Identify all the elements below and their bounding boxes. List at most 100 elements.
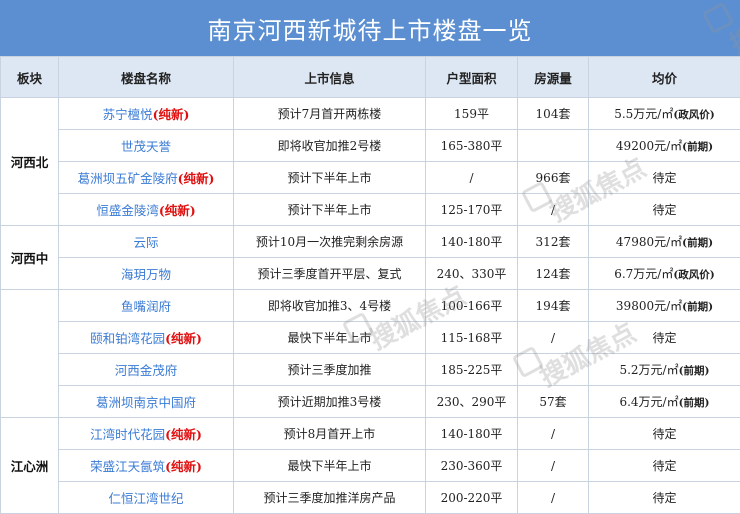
unit-count-cell: 124套 — [518, 258, 589, 290]
price-value: 5.5万元/㎡ — [614, 107, 673, 121]
table-row: 鱼嘴润府即将收官加推3、4号楼100-166平194套39800元/㎡(前期) — [1, 290, 740, 322]
price-value: 47980元/㎡ — [616, 235, 682, 249]
price-cell: 5.2万元/㎡(前期) — [589, 354, 740, 386]
project-name: 荣盛江天氤筑 — [90, 459, 165, 474]
project-name: 海玥万物 — [121, 267, 171, 282]
table-row: 江心洲江湾时代花园(纯新)预计8月首开上市140-180平/待定 — [1, 418, 740, 450]
table-row: 葛洲坝南京中国府预计近期加推3号楼230、290平57套6.4万元/㎡(前期) — [1, 386, 740, 418]
header-region: 板块 — [1, 57, 59, 98]
project-name: 葛洲坝五矿金陵府 — [78, 171, 178, 186]
price-value: 6.7万元/㎡ — [614, 267, 673, 281]
new-tag: (纯新) — [153, 107, 190, 122]
price-value: 待定 — [652, 491, 676, 505]
price-cell: 49200元/㎡(前期) — [589, 130, 740, 162]
listing-table: 板块 楼盘名称 上市信息 户型面积 房源量 均价 河西北苏宁檀悦(纯新)预计7月… — [0, 56, 740, 514]
region-cell — [1, 290, 59, 418]
project-name-cell: 葛洲坝五矿金陵府(纯新) — [59, 162, 234, 194]
table-row: 世茂天誉即将收官加推2号楼165-380平49200元/㎡(前期) — [1, 130, 740, 162]
project-name-cell: 江湾时代花园(纯新) — [59, 418, 234, 450]
region-cell: 河西中 — [1, 226, 59, 290]
header-units: 房源量 — [518, 57, 589, 98]
unit-count-cell: 104套 — [518, 98, 589, 130]
project-name-cell: 苏宁檀悦(纯新) — [59, 98, 234, 130]
unit-area-cell: 125-170平 — [426, 194, 518, 226]
launch-info-cell: 预计7月首开两栋楼 — [234, 98, 426, 130]
project-name: 云际 — [133, 235, 158, 250]
price-cell: 待定 — [589, 194, 740, 226]
project-name-cell: 鱼嘴润府 — [59, 290, 234, 322]
launch-info-cell: 即将收官加推2号楼 — [234, 130, 426, 162]
price-note: (前期) — [682, 301, 713, 313]
price-cell: 待定 — [589, 482, 740, 514]
project-name-cell: 云际 — [59, 226, 234, 258]
price-note: (前期) — [679, 365, 710, 377]
new-tag: (纯新) — [165, 331, 202, 346]
header-info: 上市信息 — [234, 57, 426, 98]
unit-count-cell: 57套 — [518, 386, 589, 418]
price-note: (前期) — [682, 141, 713, 153]
unit-count-cell: / — [518, 482, 589, 514]
project-name-cell: 海玥万物 — [59, 258, 234, 290]
launch-info-cell: 预计下半年上市 — [234, 194, 426, 226]
launch-info-cell: 预计8月首开上市 — [234, 418, 426, 450]
price-cell: 待定 — [589, 418, 740, 450]
price-cell: 5.5万元/㎡(政风价) — [589, 98, 740, 130]
project-name: 世茂天誉 — [121, 139, 171, 154]
project-name-cell: 葛洲坝南京中国府 — [59, 386, 234, 418]
price-value: 待定 — [652, 459, 676, 473]
price-value: 待定 — [652, 171, 676, 185]
price-cell: 39800元/㎡(前期) — [589, 290, 740, 322]
header-name: 楼盘名称 — [59, 57, 234, 98]
price-value: 待定 — [652, 427, 676, 441]
new-tag: (纯新) — [178, 171, 215, 186]
header-price: 均价 — [589, 57, 740, 98]
price-note: (政风价) — [673, 269, 714, 281]
listing-page: 南京河西新城待上市楼盘一览 板块 楼盘名称 上市信息 户型面积 房源量 均价 河… — [0, 0, 740, 499]
unit-area-cell: 185-225平 — [426, 354, 518, 386]
table-row: 海玥万物预计三季度首开平层、复式240、330平124套6.7万元/㎡(政风价) — [1, 258, 740, 290]
project-name: 苏宁檀悦 — [103, 107, 153, 122]
unit-area-cell: 140-180平 — [426, 226, 518, 258]
page-title: 南京河西新城待上市楼盘一览 — [0, 0, 740, 56]
table-body: 河西北苏宁檀悦(纯新)预计7月首开两栋楼159平104套5.5万元/㎡(政风价)… — [1, 98, 740, 514]
unit-area-cell: 230、290平 — [426, 386, 518, 418]
price-cell: 待定 — [589, 450, 740, 482]
unit-count-cell: / — [518, 450, 589, 482]
price-cell: 6.4万元/㎡(前期) — [589, 386, 740, 418]
price-cell: 待定 — [589, 322, 740, 354]
project-name: 鱼嘴润府 — [121, 299, 171, 314]
price-note: (前期) — [682, 237, 713, 249]
unit-count-cell: / — [518, 322, 589, 354]
price-cell: 待定 — [589, 162, 740, 194]
new-tag: (纯新) — [165, 427, 202, 442]
project-name: 恒盛金陵湾 — [96, 203, 159, 218]
project-name-cell: 世茂天誉 — [59, 130, 234, 162]
launch-info-cell: 最快下半年上市 — [234, 450, 426, 482]
project-name-cell: 仁恒江湾世纪 — [59, 482, 234, 514]
price-value: 39800元/㎡ — [616, 299, 682, 313]
price-note: (前期) — [679, 397, 710, 409]
table-row: 仁恒江湾世纪预计三季度加推洋房产品200-220平/待定 — [1, 482, 740, 514]
price-cell: 47980元/㎡(前期) — [589, 226, 740, 258]
table-row: 颐和铂湾花园(纯新)最快下半年上市115-168平/待定 — [1, 322, 740, 354]
table-row: 河西北苏宁檀悦(纯新)预计7月首开两栋楼159平104套5.5万元/㎡(政风价) — [1, 98, 740, 130]
price-value: 49200元/㎡ — [616, 139, 682, 153]
project-name-cell: 颐和铂湾花园(纯新) — [59, 322, 234, 354]
table-row: 河西中云际预计10月一次推完剩余房源140-180平312套47980元/㎡(前… — [1, 226, 740, 258]
table-row: 荣盛江天氤筑(纯新)最快下半年上市230-360平/待定 — [1, 450, 740, 482]
project-name: 颐和铂湾花园 — [90, 331, 165, 346]
header-row: 板块 楼盘名称 上市信息 户型面积 房源量 均价 — [1, 57, 740, 98]
unit-area-cell: 159平 — [426, 98, 518, 130]
table-row: 恒盛金陵湾(纯新)预计下半年上市125-170平/待定 — [1, 194, 740, 226]
project-name: 河西金茂府 — [115, 363, 178, 378]
launch-info-cell: 即将收官加推3、4号楼 — [234, 290, 426, 322]
launch-info-cell: 预计近期加推3号楼 — [234, 386, 426, 418]
launch-info-cell: 预计10月一次推完剩余房源 — [234, 226, 426, 258]
price-note: (政风价) — [673, 109, 714, 121]
table-row: 河西金茂府 预计三季度加推185-225平 5.2万元/㎡(前期) — [1, 354, 740, 386]
launch-info-cell: 预计三季度加推 — [234, 354, 426, 386]
price-value: 6.4万元/㎡ — [619, 395, 678, 409]
launch-info-cell: 预计三季度首开平层、复式 — [234, 258, 426, 290]
launch-info-cell: 最快下半年上市 — [234, 322, 426, 354]
project-name-cell: 河西金茂府 — [59, 354, 234, 386]
